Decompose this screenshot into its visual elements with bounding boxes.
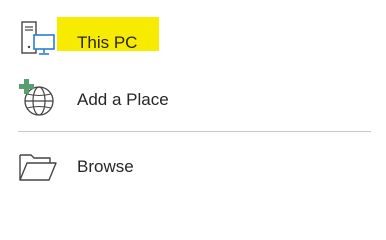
folder-open-icon bbox=[17, 149, 57, 189]
globe-add-icon bbox=[17, 79, 57, 119]
location-this-pc[interactable]: This PC bbox=[0, 12, 386, 70]
location-label: Browse bbox=[77, 157, 134, 176]
location-label: Add a Place bbox=[77, 90, 169, 109]
divider bbox=[18, 131, 371, 132]
computer-icon bbox=[17, 19, 57, 59]
location-label: This PC bbox=[77, 33, 138, 52]
location-browse[interactable]: Browse bbox=[0, 143, 386, 201]
location-add-place[interactable]: Add a Place bbox=[0, 76, 386, 134]
